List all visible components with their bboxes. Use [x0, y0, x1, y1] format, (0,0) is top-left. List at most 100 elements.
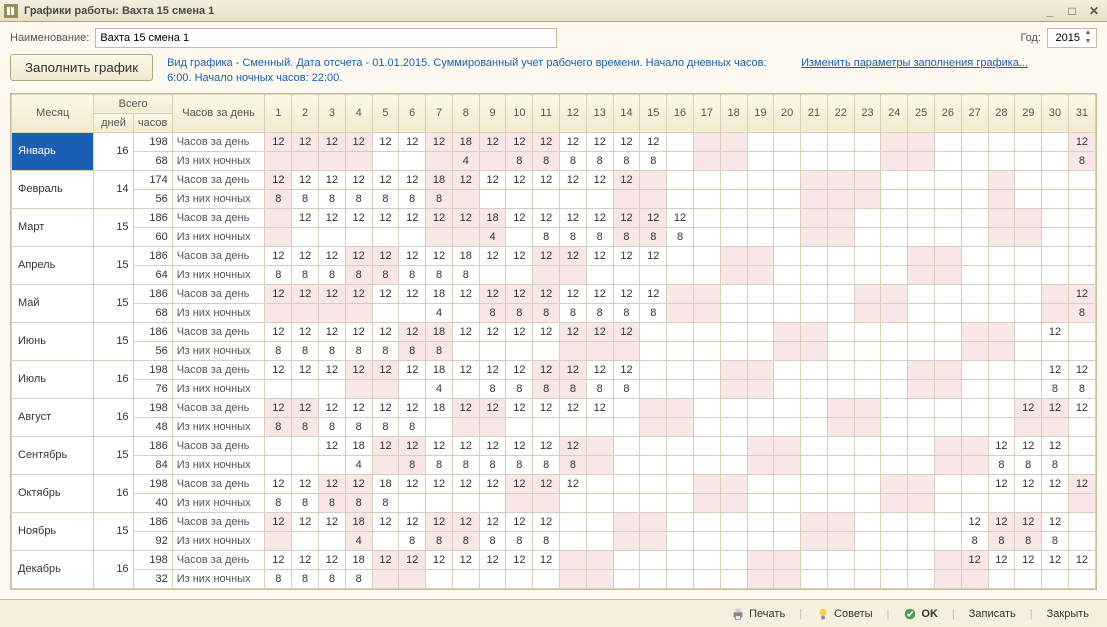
day-cell[interactable]: 12 — [988, 436, 1015, 455]
night-day-cell[interactable]: 8 — [533, 151, 560, 170]
night-day-cell[interactable] — [292, 303, 319, 322]
table-row[interactable]: 76Из них ночных488888888 — [12, 379, 1096, 398]
night-day-cell[interactable]: 8 — [533, 227, 560, 246]
day-cell[interactable]: 12 — [533, 246, 560, 265]
night-day-cell[interactable] — [399, 379, 426, 398]
night-day-cell[interactable] — [827, 455, 854, 474]
day-cell[interactable]: 12 — [1068, 474, 1095, 493]
day-cell[interactable]: 12 — [479, 436, 506, 455]
night-day-cell[interactable] — [319, 455, 346, 474]
day-cell[interactable]: 18 — [452, 132, 479, 151]
day-cell[interactable] — [774, 550, 801, 569]
day-cell[interactable] — [854, 512, 881, 531]
day-cell[interactable]: 12 — [613, 132, 640, 151]
day-cell[interactable]: 18 — [479, 208, 506, 227]
day-cell[interactable]: 12 — [372, 322, 399, 341]
col-day-12[interactable]: 12 — [560, 94, 587, 132]
day-cell[interactable] — [1068, 208, 1095, 227]
day-cell[interactable]: 12 — [265, 550, 292, 569]
day-cell[interactable]: 12 — [506, 284, 533, 303]
night-day-cell[interactable] — [1042, 265, 1069, 284]
night-day-cell[interactable] — [319, 531, 346, 550]
day-cell[interactable] — [1015, 246, 1042, 265]
night-day-cell[interactable] — [827, 531, 854, 550]
night-day-cell[interactable] — [774, 455, 801, 474]
day-cell[interactable]: 12 — [640, 132, 667, 151]
night-day-cell[interactable] — [640, 417, 667, 436]
night-day-cell[interactable] — [774, 341, 801, 360]
day-cell[interactable]: 12 — [372, 550, 399, 569]
night-day-cell[interactable]: 8 — [613, 303, 640, 322]
day-cell[interactable]: 12 — [319, 474, 346, 493]
day-cell[interactable] — [613, 512, 640, 531]
night-day-cell[interactable]: 8 — [506, 379, 533, 398]
night-day-cell[interactable] — [908, 569, 935, 588]
day-cell[interactable] — [934, 512, 961, 531]
day-cell[interactable] — [827, 436, 854, 455]
night-day-cell[interactable]: 8 — [399, 265, 426, 284]
day-cell[interactable]: 12 — [399, 246, 426, 265]
table-row[interactable]: 68Из них ночных488888888 — [12, 303, 1096, 322]
night-day-cell[interactable]: 8 — [265, 341, 292, 360]
day-cell[interactable]: 12 — [292, 512, 319, 531]
night-day-cell[interactable] — [988, 417, 1015, 436]
day-cell[interactable]: 12 — [345, 132, 372, 151]
night-day-cell[interactable]: 8 — [372, 417, 399, 436]
day-cell[interactable] — [747, 208, 774, 227]
night-day-cell[interactable] — [479, 151, 506, 170]
night-day-cell[interactable] — [934, 303, 961, 322]
night-day-cell[interactable]: 8 — [1068, 151, 1095, 170]
day-cell[interactable]: 12 — [1042, 322, 1069, 341]
day-cell[interactable] — [854, 398, 881, 417]
day-cell[interactable]: 12 — [533, 436, 560, 455]
month-cell[interactable]: Май — [12, 284, 94, 322]
day-cell[interactable]: 18 — [426, 170, 453, 189]
save-button[interactable]: Записать — [961, 605, 1024, 623]
day-cell[interactable] — [613, 398, 640, 417]
night-day-cell[interactable]: 8 — [319, 265, 346, 284]
day-cell[interactable]: 12 — [399, 132, 426, 151]
day-cell[interactable]: 18 — [452, 246, 479, 265]
night-day-cell[interactable]: 8 — [479, 531, 506, 550]
day-cell[interactable]: 12 — [319, 284, 346, 303]
night-day-cell[interactable] — [908, 303, 935, 322]
night-day-cell[interactable] — [1068, 189, 1095, 208]
table-row[interactable]: Декабрь16198Часов за день121212181212121… — [12, 550, 1096, 569]
night-day-cell[interactable] — [345, 227, 372, 246]
night-day-cell[interactable] — [720, 569, 747, 588]
day-cell[interactable]: 12 — [586, 246, 613, 265]
night-day-cell[interactable]: 8 — [426, 531, 453, 550]
day-cell[interactable] — [747, 474, 774, 493]
night-day-cell[interactable] — [265, 379, 292, 398]
day-cell[interactable] — [961, 474, 988, 493]
night-day-cell[interactable] — [1042, 189, 1069, 208]
night-day-cell[interactable]: 8 — [452, 455, 479, 474]
night-day-cell[interactable]: 8 — [560, 151, 587, 170]
night-day-cell[interactable] — [747, 493, 774, 512]
night-day-cell[interactable] — [881, 151, 908, 170]
name-input[interactable] — [95, 28, 557, 48]
day-cell[interactable] — [774, 284, 801, 303]
day-cell[interactable]: 12 — [640, 246, 667, 265]
day-cell[interactable] — [854, 208, 881, 227]
col-day-29[interactable]: 29 — [1015, 94, 1042, 132]
day-cell[interactable]: 12 — [452, 550, 479, 569]
night-day-cell[interactable] — [827, 379, 854, 398]
day-cell[interactable] — [908, 436, 935, 455]
night-day-cell[interactable]: 8 — [345, 189, 372, 208]
day-cell[interactable] — [640, 170, 667, 189]
day-cell[interactable] — [801, 436, 828, 455]
night-day-cell[interactable]: 8 — [319, 189, 346, 208]
night-day-cell[interactable] — [934, 569, 961, 588]
day-cell[interactable]: 12 — [506, 170, 533, 189]
day-cell[interactable] — [747, 284, 774, 303]
day-cell[interactable] — [613, 550, 640, 569]
night-day-cell[interactable] — [292, 379, 319, 398]
night-day-cell[interactable] — [908, 151, 935, 170]
night-day-cell[interactable] — [827, 151, 854, 170]
night-day-cell[interactable] — [747, 417, 774, 436]
night-day-cell[interactable] — [1068, 569, 1095, 588]
day-cell[interactable]: 12 — [613, 322, 640, 341]
night-day-cell[interactable] — [1015, 493, 1042, 512]
day-cell[interactable]: 12 — [452, 436, 479, 455]
